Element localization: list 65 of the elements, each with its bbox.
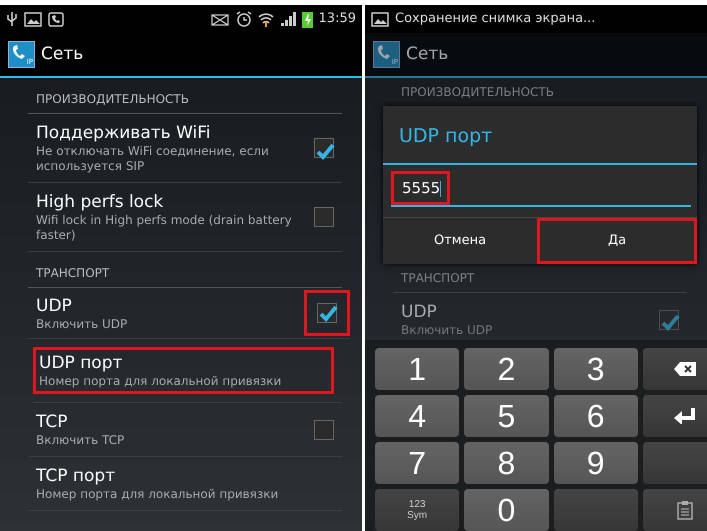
digit-key[interactable]: 9 — [554, 442, 638, 484]
image-icon — [371, 12, 389, 26]
digit-key[interactable]: 3 — [554, 348, 638, 390]
checkbox[interactable] — [314, 207, 334, 227]
preference-item[interactable]: High perfs lock Wifi lock in High perfs mode (drain battery faster) — [28, 183, 342, 252]
backspace-icon — [674, 362, 696, 376]
enter-key[interactable] — [642, 395, 707, 437]
notification-text: Сохранение снимка экрана... — [395, 10, 596, 28]
preference-summary: Номер порта для локальной привязки — [39, 374, 282, 389]
clipboard-icon — [676, 500, 693, 520]
checkbox[interactable] — [314, 420, 334, 440]
preference-summary: Включить TCP — [36, 433, 126, 448]
backspace-key[interactable] — [642, 348, 707, 390]
checkbox[interactable] — [659, 310, 679, 330]
preference-title: High perfs lock — [36, 191, 164, 213]
preference-title: UDP — [36, 294, 73, 316]
signal-icon — [280, 11, 296, 27]
digit-key[interactable]: 2 — [464, 348, 548, 390]
preference-item[interactable]: UDP порт Номер порта для локальной привязки — [33, 339, 342, 403]
preference-item[interactable]: TCP Включить TCP — [28, 403, 342, 457]
section-header: ТРАНСПОРТ — [28, 252, 342, 288]
digit-key[interactable]: 0 — [464, 489, 548, 531]
dialog-title: UDP порт — [383, 106, 697, 164]
digit-key[interactable]: 8 — [464, 442, 548, 484]
key-label: Sym — [407, 510, 428, 521]
preference-title: TCP — [36, 411, 69, 433]
digit-key[interactable]: 5 — [464, 395, 548, 437]
clock-time: 13:59 — [318, 10, 356, 28]
wifi-icon — [258, 11, 274, 27]
symbols-key[interactable]: 123 Sym — [375, 489, 460, 531]
preference-title: TCP порт — [36, 465, 116, 487]
preference-summary: Включить UDP — [401, 323, 494, 338]
preference-title: Поддерживать WiFi — [36, 122, 212, 144]
screen-title: Сеть — [406, 42, 448, 66]
key-label: 123 — [408, 499, 426, 510]
screen-title: Сеть — [41, 42, 84, 66]
section-header: ПРОИЗВОДИТЕЛЬНОСТЬ — [28, 78, 342, 114]
battery-icon — [302, 10, 313, 28]
digit-key[interactable]: 4 — [375, 395, 460, 437]
enter-icon — [674, 408, 696, 424]
preference-summary: Wifi lock in High perfs mode (drain battery faster) — [36, 213, 293, 243]
preference-item[interactable]: Поддерживать WiFi Не отключать WiFi соединение, если используется SIP — [28, 114, 342, 183]
digit-key[interactable]: 1 — [375, 348, 460, 390]
clipboard-key[interactable] — [642, 489, 707, 531]
checkbox[interactable] — [317, 303, 337, 323]
preference-item[interactable]: UDP Включить UDP — [28, 288, 350, 339]
muted-icon — [210, 12, 230, 26]
input-value: 5555 — [402, 179, 440, 197]
alarm-icon — [236, 11, 252, 27]
usb-icon — [6, 11, 18, 27]
dialog-button[interactable]: Да — [537, 218, 697, 264]
preference-item[interactable]: TCP порт Номер порта для локальной привязки — [28, 457, 342, 511]
input-field[interactable]: 5555 — [391, 172, 691, 206]
preference-summary: Не отключать WiFi соединение, если используется SIP — [36, 144, 270, 174]
phone-icon — [376, 44, 392, 60]
checkbox[interactable] — [314, 138, 334, 158]
phone-icon — [11, 44, 27, 60]
digit-key[interactable]: 6 — [554, 395, 638, 437]
preference-title: UDP — [401, 301, 438, 323]
preference-summary: Включить UDP — [36, 316, 128, 332]
preference-title: UDP порт — [39, 352, 124, 374]
image-icon — [24, 12, 42, 26]
digit-key[interactable]: 7 — [375, 442, 460, 484]
phone-app-icon — [48, 12, 64, 26]
preference-summary: Номер порта для локальной привязки — [36, 487, 280, 502]
